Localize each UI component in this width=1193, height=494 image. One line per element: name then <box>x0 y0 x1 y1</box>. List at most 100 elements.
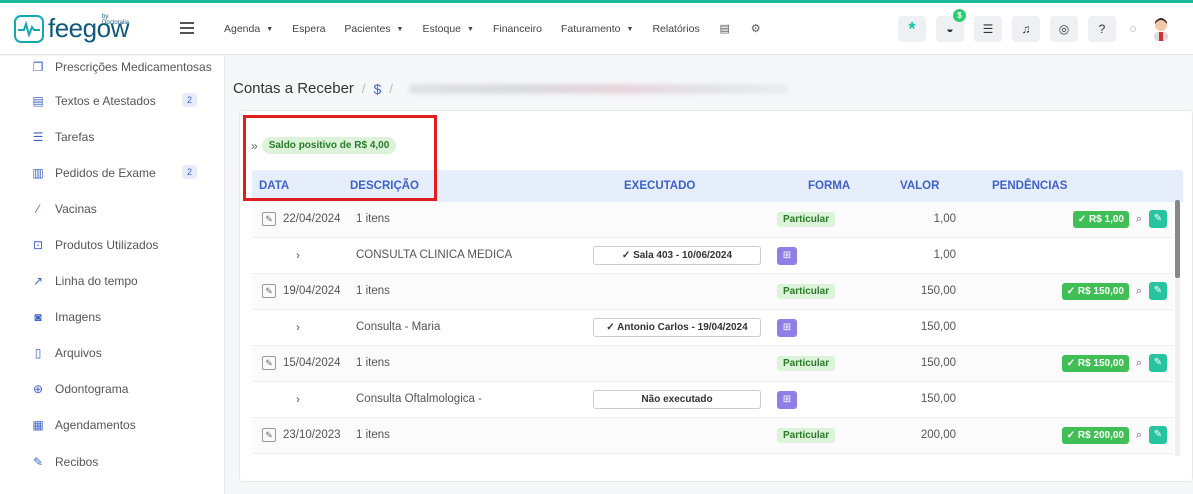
cashier-icon[interactable]: ◒ $ <box>936 9 966 42</box>
row-description: 1 itens <box>356 285 390 297</box>
settings-icon[interactable]: ⚙ <box>750 23 762 35</box>
box-icon: ⊡ <box>32 238 44 252</box>
row-date: 23/10/2023 <box>283 429 341 441</box>
pendencia-badge[interactable]: ✓ R$ 200,00 <box>1061 426 1129 444</box>
sidebar-item-recibos[interactable]: ✎ Recibos <box>33 453 98 471</box>
pendencia-badge[interactable]: ✓ R$ 1,00 <box>1072 210 1129 228</box>
pills-icon: ❐ <box>32 60 44 74</box>
main-nav: Agenda ▼ Espera Pacientes ▼ Estoque ▼ Financeir… <box>224 3 781 55</box>
bell-icon[interactable]: ♫ <box>1012 16 1040 42</box>
table-row-detail[interactable]: › CONSULTA CLINICA MEDICA ✓ Sala 403 - 10/… <box>252 238 1173 274</box>
pendencia-badge[interactable]: ✓ R$ 150,00 <box>1061 282 1129 300</box>
zoom-icon[interactable]: ⌕ <box>1132 354 1146 372</box>
sidebar-item-textos-e-atestados[interactable]: ▤ Textos e Atestados 2 <box>32 92 198 110</box>
table-row[interactable]: ✎ 22/04/2024 1 itens Particular 1,00 ✓ R$ 1,0… <box>252 202 1173 238</box>
count-badge: 2 <box>182 165 198 179</box>
avatar[interactable] <box>1150 17 1172 41</box>
sidebar-item-linha-do-tempo[interactable]: ↗ Linha do tempo <box>33 272 138 290</box>
row-valor: 150,00 <box>920 285 956 297</box>
breadcrumb-separator: / <box>361 81 366 96</box>
camera-icon: ◙ <box>34 310 42 324</box>
sidebar-item-produtos-utilizados[interactable]: ⊡ Produtos Utilizados <box>33 236 158 254</box>
nav-item-agenda[interactable]: Agenda ▼ <box>224 23 273 35</box>
nav-item-pacientes[interactable]: Pacientes ▼ <box>344 23 403 35</box>
sidebar-item-pedidos-de-exame[interactable]: ▥ Pedidos de Exame 2 <box>32 164 198 182</box>
forma-badge: Particular <box>777 356 836 371</box>
item-description: Consulta Oftalmologica - <box>356 393 482 405</box>
sidebar-item-arquivos[interactable]: ▯ Arquivos <box>33 344 102 362</box>
column-header-pendencias[interactable]: PENDÊNCIAS <box>992 180 1067 192</box>
column-header-executado[interactable]: EXECUTADO <box>624 180 695 192</box>
list-icon: ☰ <box>32 130 44 144</box>
row-valor: 200,00 <box>920 429 956 441</box>
paperclip-icon[interactable]: ✎ <box>1149 282 1167 300</box>
item-valor: 150,00 <box>920 321 956 333</box>
nav-label: Espera <box>292 23 326 35</box>
sidebar-item-vacinas[interactable]: ⁄ Vacinas <box>33 200 97 218</box>
table-row-detail[interactable]: › Consulta - Maria ✓ Antonio Carlos - 19/0… <box>252 310 1173 346</box>
edit-icon[interactable]: ✎ <box>262 212 276 226</box>
receipt-icon: ✎ <box>32 455 44 469</box>
breadcrumb-separator: / <box>389 81 393 96</box>
sidebar-item-imagens[interactable]: ◙ Imagens <box>33 308 101 326</box>
nav-item-faturamento[interactable]: Faturamento ▼ <box>561 23 633 35</box>
medical-kit-icon[interactable]: ⊞ <box>777 391 797 409</box>
paperclip-icon[interactable]: ✎ <box>1149 426 1167 444</box>
edit-icon[interactable]: ✎ <box>262 428 276 442</box>
zoom-icon[interactable]: ⌕ <box>1132 426 1146 444</box>
scroll-thumb[interactable] <box>1175 200 1180 278</box>
nav-label: Estoque <box>422 23 462 35</box>
table-scrollbar[interactable] <box>1175 200 1180 456</box>
item-valor: 150,00 <box>920 393 956 405</box>
chat-icon[interactable]: ◎ <box>1050 16 1078 42</box>
caret-down-icon: ▼ <box>467 25 474 33</box>
zoom-icon[interactable]: ⌕ <box>1132 210 1146 228</box>
edit-icon[interactable]: ✎ <box>262 284 276 298</box>
logo[interactable]: feegow by Doctoralia <box>14 12 129 46</box>
nav-label: Financeiro <box>492 23 542 35</box>
row-valor: 1,00 <box>933 213 956 225</box>
column-header-forma[interactable]: FORMA <box>808 180 850 192</box>
help-icon[interactable]: ? <box>1088 16 1116 42</box>
executado-status[interactable]: ✓ Sala 403 - 10/06/2024 <box>593 246 761 265</box>
chevron-right-icon[interactable]: › <box>296 248 300 262</box>
database-icon[interactable]: ▤ <box>719 23 731 35</box>
medical-kit-icon[interactable]: ⊞ <box>777 247 797 265</box>
asterisk-icon[interactable]: * <box>898 16 926 42</box>
nav-item-financeiro[interactable]: Financeiro <box>493 23 542 35</box>
sidebar-item-label: Recibos <box>55 455 99 469</box>
pendencia-badge[interactable]: ✓ R$ 150,00 <box>1061 354 1129 372</box>
caret-down-icon: ▼ <box>396 25 404 33</box>
column-header-valor[interactable]: VALOR <box>900 180 939 192</box>
nav-item-estoque[interactable]: Estoque ▼ <box>422 23 473 35</box>
dollar-icon: $ <box>373 80 382 97</box>
chevron-right-icon[interactable]: › <box>296 320 300 334</box>
chart-line-icon: ↗ <box>32 274 44 288</box>
table-row-detail[interactable]: › Consulta Oftalmologica - Não executado ⊞ 1… <box>252 382 1173 418</box>
paperclip-icon[interactable]: ✎ <box>1149 354 1167 372</box>
table-row[interactable]: ✎ 15/04/2024 1 itens Particular 150,00 ✓ R$ 1… <box>252 346 1173 382</box>
sidebar-item-agendamentos[interactable]: ▦ Agendamentos <box>32 416 135 434</box>
table-row[interactable]: ✎ 23/10/2023 1 itens Particular 200,00 ✓ R$ 2… <box>252 418 1173 454</box>
medical-kit-icon[interactable]: ⊞ <box>777 319 797 337</box>
nav-item-espera[interactable]: Espera <box>292 23 325 35</box>
sidebar-item-tarefas[interactable]: ☰ Tarefas <box>32 128 95 146</box>
zoom-icon[interactable]: ⌕ <box>1132 282 1146 300</box>
nav-item-relatórios[interactable]: Relatórios <box>652 23 699 35</box>
edit-icon[interactable]: ✎ <box>262 356 276 370</box>
executado-status[interactable]: ✓ Antonio Carlos - 19/04/2024 <box>593 318 761 337</box>
table-row[interactable]: ✎ 19/04/2024 1 itens Particular 150,00 ✓ R$ 1… <box>252 274 1173 310</box>
tasks-icon[interactable]: ☰ <box>974 16 1002 42</box>
status-dot <box>1130 26 1136 32</box>
sidebar-item-label: Imagens <box>55 310 102 324</box>
top-icons: * ◒ $ ☰ ♫ ◎ ? <box>898 9 1172 42</box>
paperclip-icon[interactable]: ✎ <box>1149 210 1167 228</box>
nav-label: Faturamento <box>560 23 621 35</box>
sidebar-item-odontograma[interactable]: ⊕ Odontograma <box>33 380 128 398</box>
sidebar-item-prescrições-medicamentosas[interactable]: ❐ Prescrições Medicamentosas <box>33 58 212 76</box>
chevron-right-icon[interactable]: › <box>296 392 300 406</box>
menu-toggle-icon[interactable] <box>180 22 194 34</box>
row-description: 1 itens <box>356 429 390 441</box>
executado-status[interactable]: Não executado <box>593 390 761 409</box>
highlight-box <box>243 115 437 201</box>
